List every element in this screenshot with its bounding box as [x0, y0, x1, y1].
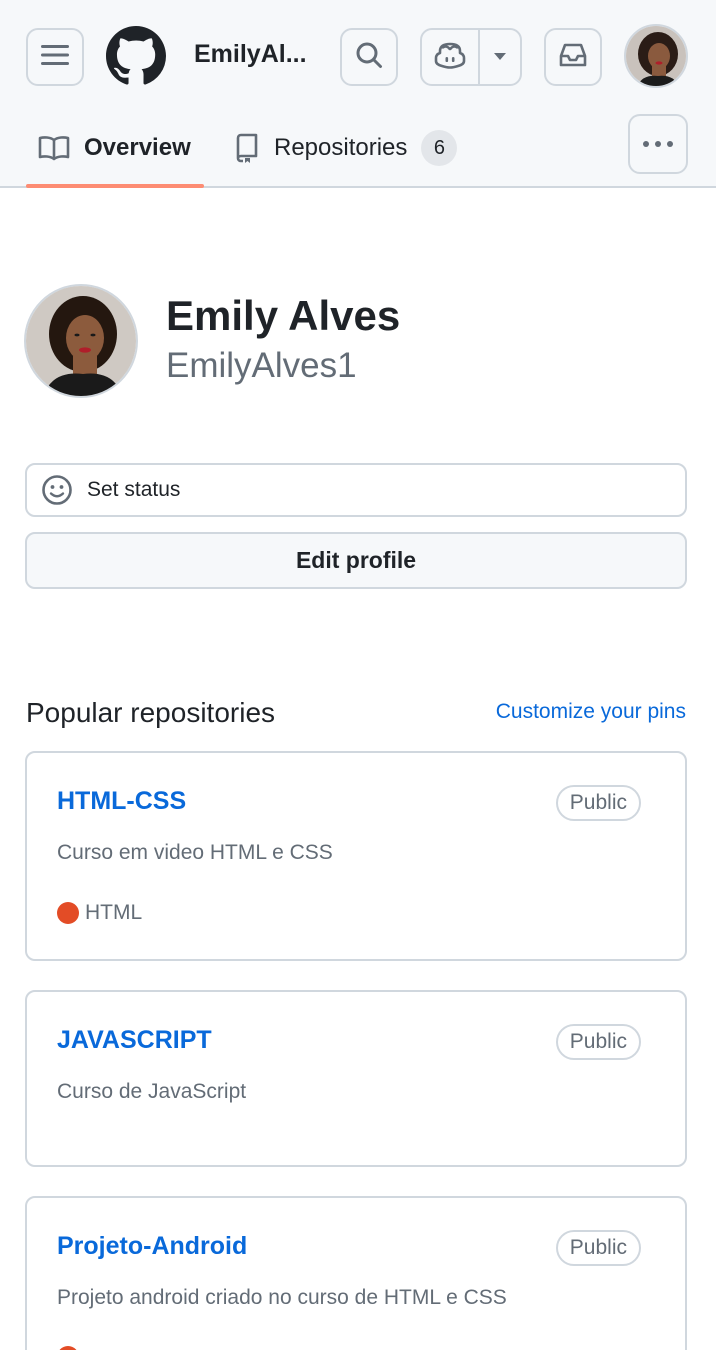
- repo-description: Projeto android criado no curso de HTML …: [57, 1286, 507, 1309]
- smiley-icon: [41, 474, 73, 506]
- inbox-icon: [558, 42, 588, 73]
- repo-card: HTML-CSS Public Curso em video HTML e CS…: [25, 751, 687, 961]
- search-icon: [355, 41, 383, 74]
- repo-icon: [234, 132, 260, 164]
- copilot-button-group: [420, 28, 522, 86]
- top-header: EmilyAl... Overview Repositories 6: [0, 0, 716, 188]
- visibility-badge: Public: [555, 1230, 641, 1266]
- tab-repositories-label: Repositories: [274, 134, 408, 161]
- repositories-count-badge: 6: [421, 130, 458, 166]
- hamburger-icon: [41, 44, 69, 71]
- profile-login: EmilyAlves1: [166, 346, 357, 385]
- repo-language-label: HTML: [85, 901, 143, 924]
- more-options-button[interactable]: [628, 114, 688, 174]
- copilot-icon: [434, 41, 466, 74]
- repo-name-link[interactable]: JAVASCRIPT: [57, 1026, 212, 1055]
- repo-description: Curso de JavaScript: [57, 1080, 247, 1103]
- profile-tabs: Overview Repositories 6: [0, 110, 716, 188]
- header-username[interactable]: EmilyAl...: [194, 40, 307, 69]
- repo-description: Curso em video HTML e CSS: [57, 841, 333, 864]
- edit-profile-button[interactable]: Edit profile: [25, 532, 687, 589]
- caret-down-icon: [493, 48, 507, 66]
- repo-name-link[interactable]: Projeto-Android: [57, 1232, 247, 1261]
- set-status-button[interactable]: Set status: [25, 463, 687, 517]
- tab-overview[interactable]: Overview: [26, 110, 204, 188]
- popular-repositories-heading: Popular repositories: [26, 697, 276, 728]
- copilot-menu-button[interactable]: [480, 30, 520, 84]
- menu-button[interactable]: [26, 28, 84, 86]
- customize-pins-link[interactable]: Customize your pins: [496, 700, 686, 724]
- profile-avatar[interactable]: [24, 284, 138, 398]
- repo-language: [57, 1346, 85, 1350]
- book-icon: [38, 135, 70, 161]
- repo-name-link[interactable]: HTML-CSS: [57, 787, 186, 816]
- search-button[interactable]: [340, 28, 398, 86]
- set-status-label: Set status: [87, 478, 181, 501]
- tab-overview-label: Overview: [84, 134, 191, 161]
- repo-card: Projeto-Android Public Projeto android c…: [25, 1196, 687, 1350]
- language-color-dot: [57, 1346, 79, 1350]
- language-color-dot: [57, 902, 79, 924]
- github-logo-icon[interactable]: [106, 26, 166, 86]
- kebab-icon: [642, 135, 674, 153]
- repo-language: HTML: [57, 901, 142, 925]
- avatar[interactable]: [624, 24, 688, 88]
- repo-card: JAVASCRIPT Public Curso de JavaScript: [25, 990, 687, 1167]
- visibility-badge: Public: [555, 1024, 641, 1060]
- copilot-button[interactable]: [422, 30, 480, 84]
- profile-name: Emily Alves: [166, 292, 401, 339]
- tab-repositories[interactable]: Repositories 6: [234, 110, 458, 186]
- inbox-button[interactable]: [544, 28, 602, 86]
- visibility-badge: Public: [555, 785, 641, 821]
